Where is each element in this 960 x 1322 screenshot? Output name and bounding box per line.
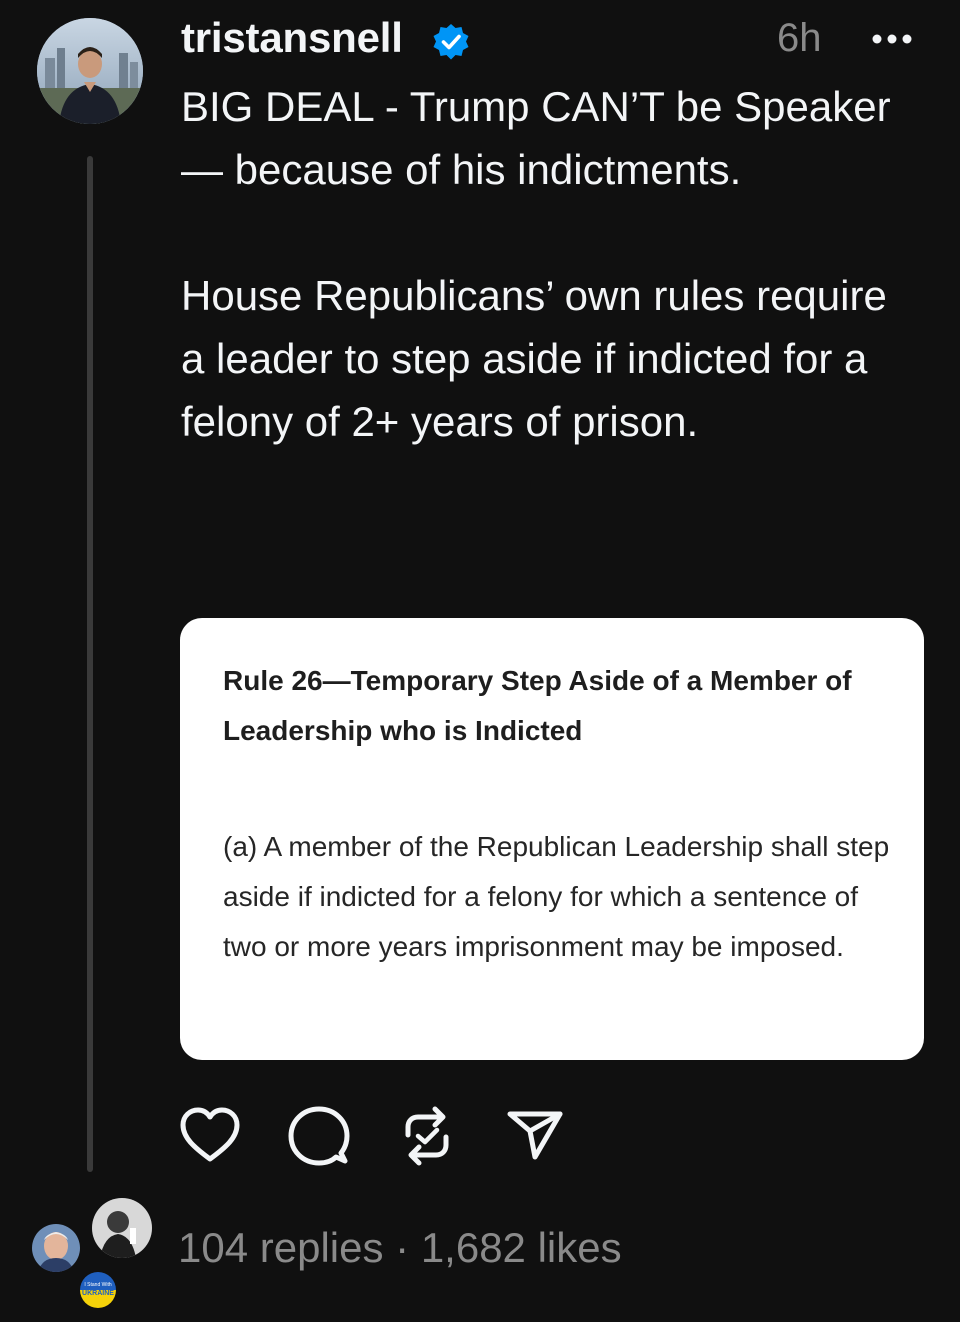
author-avatar-image xyxy=(37,18,143,124)
verified-badge-icon xyxy=(433,24,469,60)
badge-line-2: UKRAINE xyxy=(82,1290,114,1297)
repost-icon[interactable] xyxy=(396,1105,458,1167)
stats-separator: · xyxy=(395,1224,410,1271)
send-icon[interactable] xyxy=(504,1105,566,1167)
replier-avatar-2-image xyxy=(32,1224,80,1272)
post-stats: 104 replies · 1,682 likes xyxy=(178,1224,622,1272)
replier-avatar-1[interactable] xyxy=(90,1196,154,1260)
comment-icon[interactable] xyxy=(288,1105,350,1167)
heart-icon[interactable] xyxy=(179,1105,241,1167)
replies-count[interactable]: 104 replies xyxy=(178,1224,383,1271)
rule-body: (a) A member of the Republican Leadershi… xyxy=(223,831,890,962)
replier-avatar-1-image xyxy=(92,1198,152,1258)
replier-avatar-2[interactable] xyxy=(30,1222,82,1274)
attached-image-card[interactable]: Rule 26—Temporary Step Aside of a Member… xyxy=(180,618,924,1060)
post-time: 6h xyxy=(777,16,822,60)
likes-count[interactable]: 1,682 likes xyxy=(421,1224,622,1271)
thread-line xyxy=(87,156,93,1172)
ukraine-badge: I Stand With UKRAINE xyxy=(78,1270,118,1310)
badge-line-1: I Stand With xyxy=(84,1282,112,1288)
post-text: BIG DEAL - Trump CAN’T be Speaker — beca… xyxy=(181,75,921,453)
username[interactable]: tristansnell xyxy=(181,14,403,62)
post-paragraph-1: BIG DEAL - Trump CAN’T be Speaker — beca… xyxy=(181,83,891,193)
rule-heading: Rule 26—Temporary Step Aside of a Member… xyxy=(223,665,852,746)
author-avatar[interactable] xyxy=(37,18,143,124)
post-paragraph-2: House Republicans’ own rules require a l… xyxy=(181,272,887,445)
more-options-icon[interactable] xyxy=(870,24,914,54)
